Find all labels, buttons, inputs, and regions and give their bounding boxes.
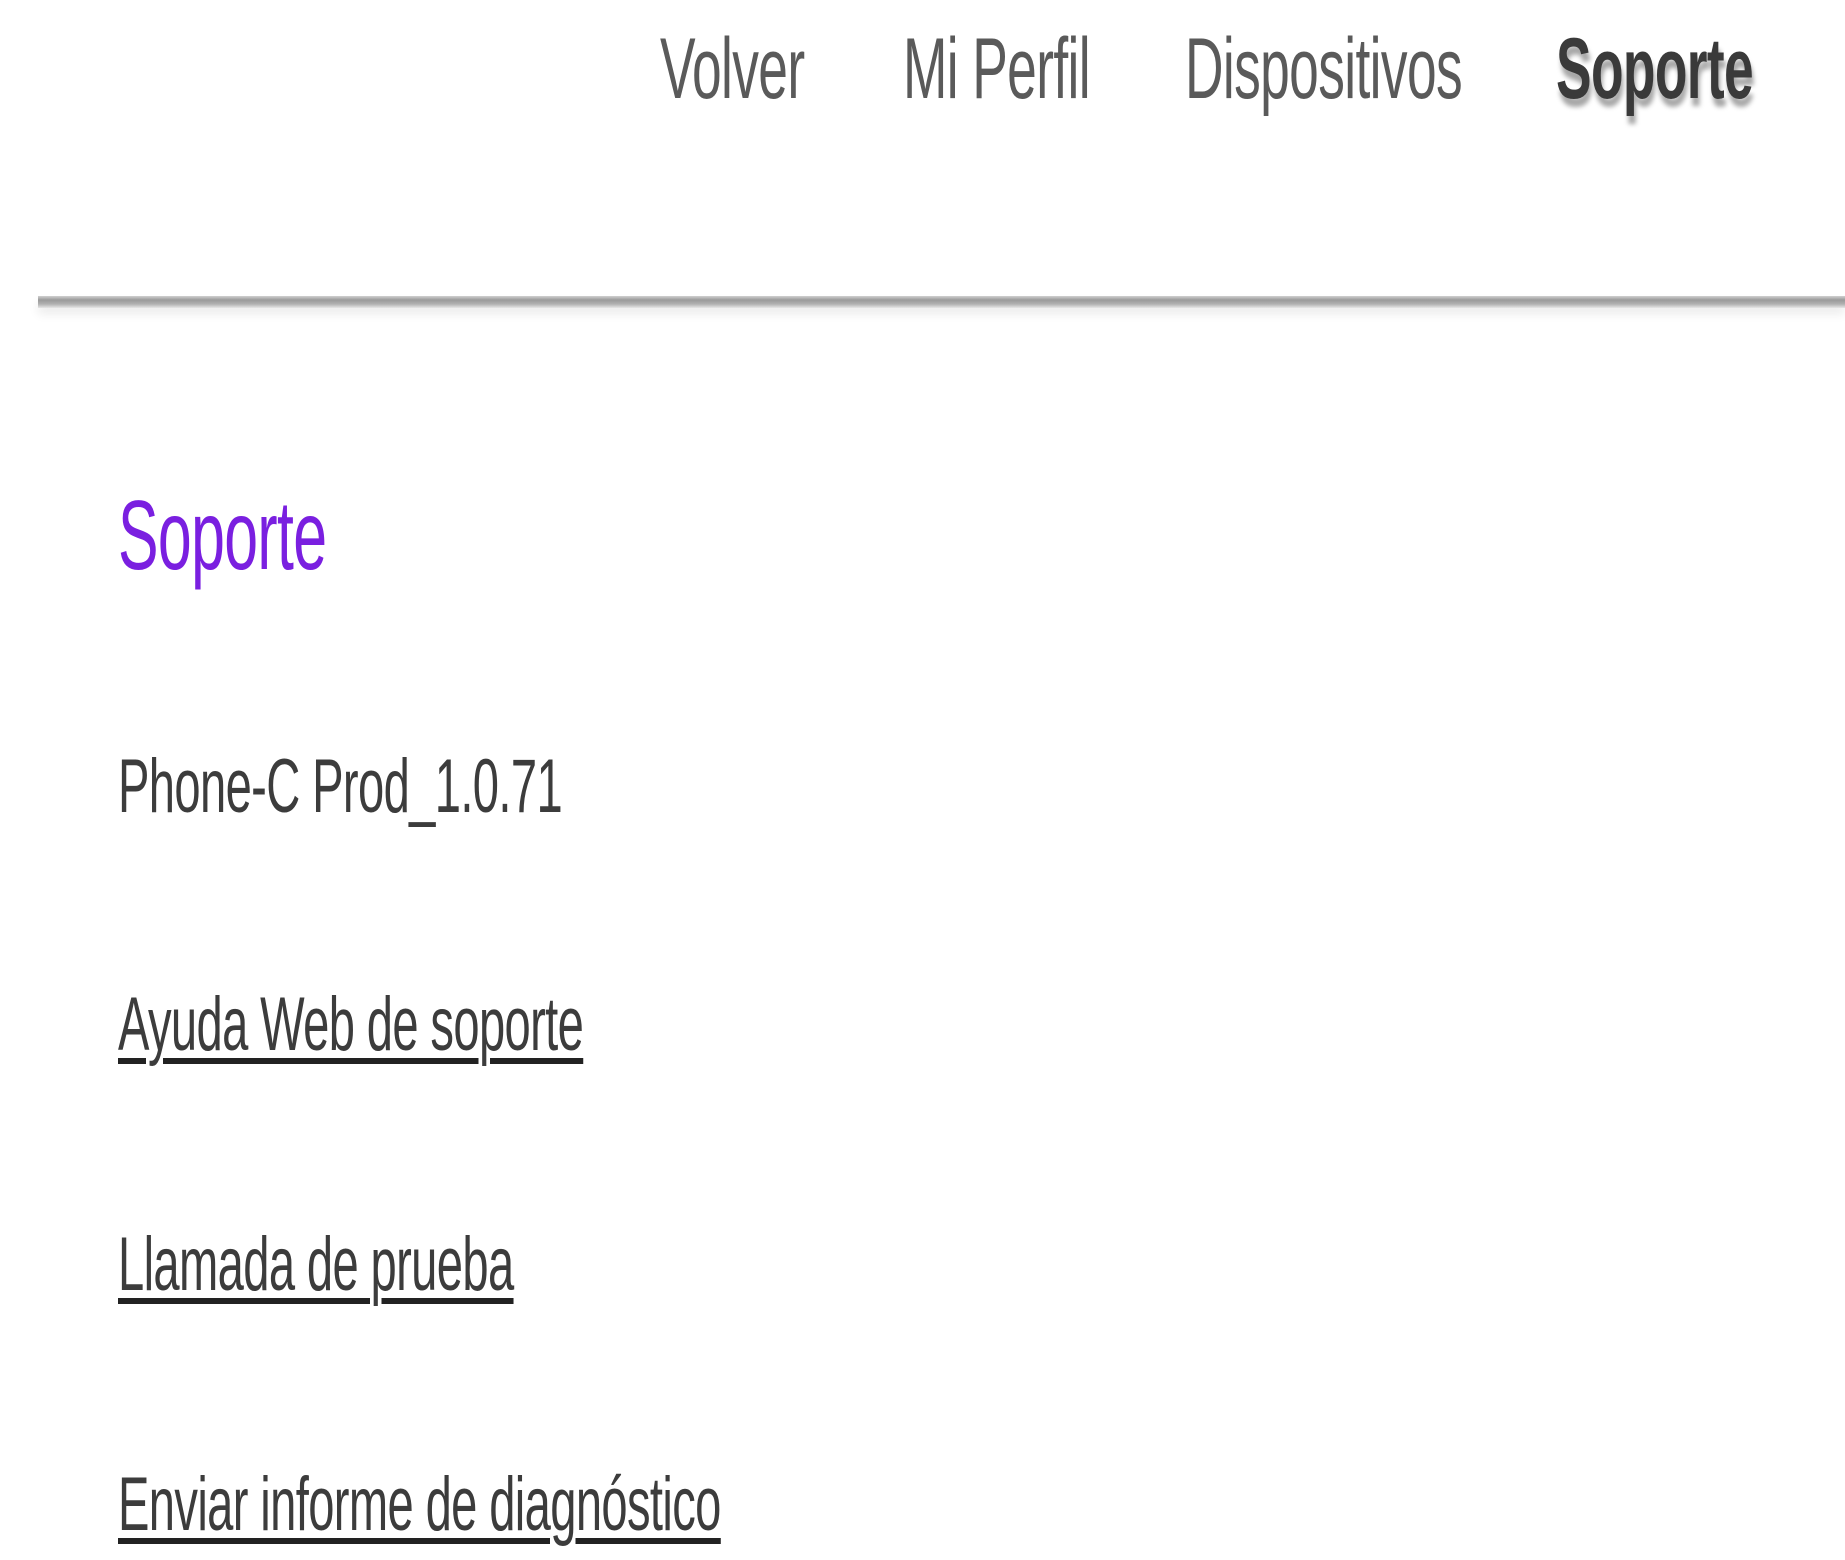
test-call-link[interactable]: Llamada de prueba [118,1210,514,1320]
support-web-help-link[interactable]: Ayuda Web de soporte [118,970,584,1080]
nav-mi-perfil[interactable]: Mi Perfil [903,14,1091,124]
nav-soporte[interactable]: Soporte [1556,14,1754,124]
header-divider [38,296,1845,308]
page-title: Soporte [118,480,327,590]
send-diagnostic-report-link[interactable]: Enviar informe de diagnóstico [118,1450,721,1560]
app-version: Phone-C Prod_1.0.71 [118,744,563,829]
nav-volver[interactable]: Volver [660,14,805,124]
top-navigation: Volver Mi Perfil Dispositivos Soporte [0,14,1845,124]
nav-dispositivos[interactable]: Dispositivos [1185,14,1463,124]
